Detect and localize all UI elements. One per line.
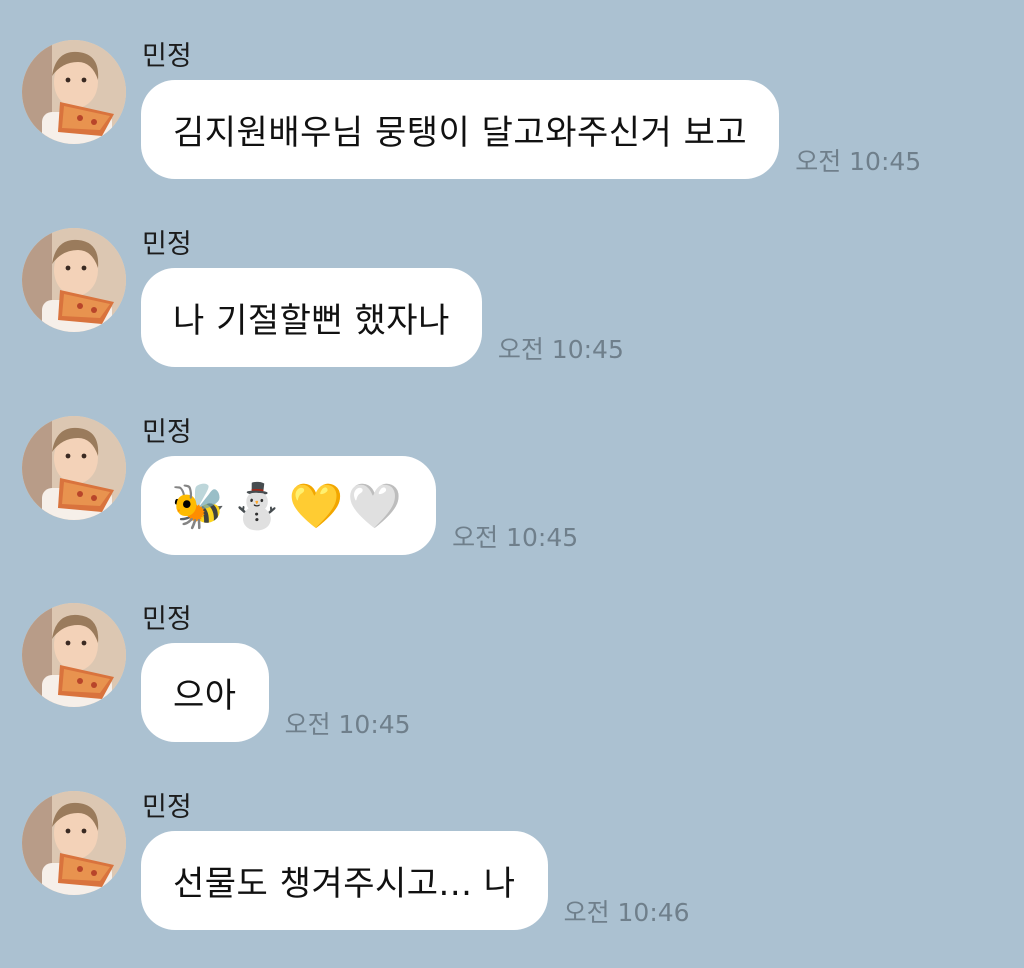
sender-name: 민정 <box>142 792 192 823</box>
avatar[interactable] <box>22 603 126 707</box>
avatar[interactable] <box>22 791 126 895</box>
sender-name: 민정 <box>142 41 192 72</box>
message-timestamp: 오전 10:45 <box>795 147 922 176</box>
message-row: 🐝⛄💛🤍 오전 10:45 <box>141 456 578 555</box>
message-row: 으아 오전 10:45 <box>141 643 411 742</box>
message-timestamp: 오전 10:46 <box>563 898 690 927</box>
avatar[interactable] <box>22 416 126 520</box>
message-bubble[interactable]: 나 기절할뻔 했자나 <box>141 268 482 367</box>
message-group: 민정 선물도 챙겨주시고... 나 오전 10:46 <box>0 791 1024 951</box>
sender-name: 민정 <box>142 417 192 448</box>
message-timestamp: 오전 10:45 <box>452 523 579 552</box>
message-bubble[interactable]: 김지원배우님 뭉탱이 달고와주신거 보고 <box>141 80 780 179</box>
message-group: 민정 나 기절할뻔 했자나 오전 10:45 <box>0 228 1024 388</box>
message-group: 민정 🐝⛄💛🤍 오전 10:45 <box>0 416 1024 576</box>
avatar-image <box>22 416 126 520</box>
sender-name: 민정 <box>142 604 192 635</box>
sender-name: 민정 <box>142 229 192 260</box>
avatar[interactable] <box>22 228 126 332</box>
message-bubble[interactable]: 선물도 챙겨주시고... 나 <box>141 831 548 930</box>
message-row: 나 기절할뻔 했자나 오전 10:45 <box>141 268 624 367</box>
message-timestamp: 오전 10:45 <box>284 710 411 739</box>
message-timestamp: 오전 10:45 <box>497 335 624 364</box>
message-bubble[interactable]: 으아 <box>141 643 269 742</box>
message-row: 선물도 챙겨주시고... 나 오전 10:46 <box>141 831 690 930</box>
avatar-image <box>22 791 126 895</box>
message-group: 민정 으아 오전 10:45 <box>0 603 1024 763</box>
avatar-image <box>22 228 126 332</box>
avatar-image <box>22 603 126 707</box>
message-group: 민정 김지원배우님 뭉탱이 달고와주신거 보고 오전 10:45 <box>0 40 1024 200</box>
chat-room: 민정 김지원배우님 뭉탱이 달고와주신거 보고 오전 10:45 민정 나 기절… <box>0 0 1024 968</box>
avatar[interactable] <box>22 40 126 144</box>
message-bubble[interactable]: 🐝⛄💛🤍 <box>141 456 437 555</box>
message-row: 김지원배우님 뭉탱이 달고와주신거 보고 오전 10:45 <box>141 80 921 179</box>
avatar-image <box>22 40 126 144</box>
